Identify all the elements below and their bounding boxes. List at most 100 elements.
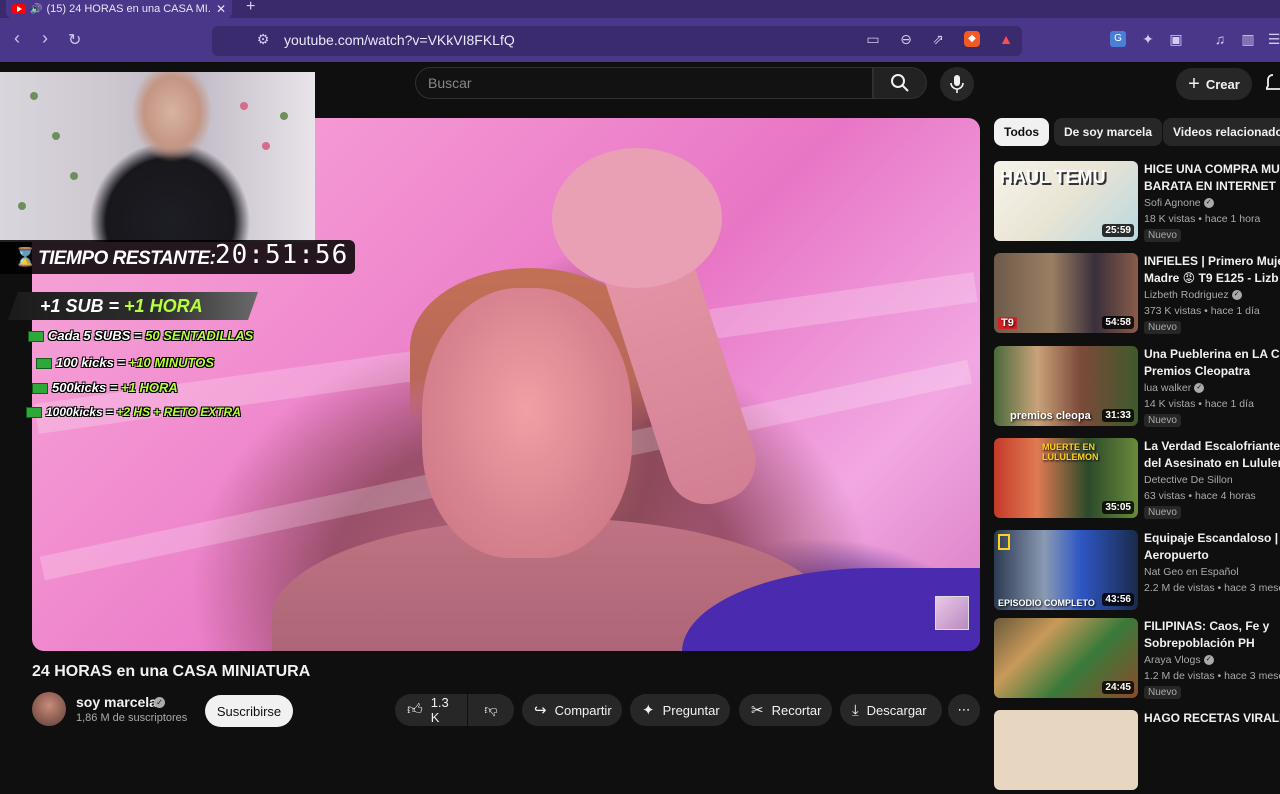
- recommended-meta: 1.2 M de vistas • hace 3 mese: [1144, 670, 1280, 682]
- money-icon: [36, 358, 52, 370]
- sparkle-icon: ✦: [642, 702, 655, 719]
- money-icon: [32, 383, 48, 395]
- new-badge: Nuevo: [1144, 414, 1181, 427]
- menu-icon[interactable]: ☰: [1266, 31, 1280, 47]
- goal-item: 100 kicks = +10 MINUTOS: [36, 355, 214, 370]
- wallet-icon[interactable]: ▣: [1168, 31, 1184, 47]
- media-icon[interactable]: ♫: [1212, 31, 1228, 47]
- search-input[interactable]: [415, 67, 873, 99]
- translate-icon[interactable]: G: [1110, 31, 1126, 47]
- recommended-video[interactable]: HAGO RECETAS VIRALE: [994, 710, 1280, 794]
- recommended-video[interactable]: EPISODIO COMPLETO 43:56 Equipaje Escanda…: [994, 530, 1280, 614]
- chip-todos[interactable]: Todos: [994, 118, 1050, 146]
- url-text[interactable]: youtube.com/watch?v=VKkVI8FKLfQ: [284, 32, 515, 48]
- recommended-channel: Detective De Sillon: [1144, 474, 1233, 486]
- thumbs-down-icon: 👎︎: [484, 702, 498, 717]
- recommended-title: FILIPINAS: Caos, Fe y Sobrepoblación PH: [1144, 619, 1270, 650]
- scissors-icon: ✂: [751, 702, 764, 719]
- share-button[interactable]: ↪ Compartir: [522, 694, 622, 726]
- recommended-video[interactable]: MUERTE EN LULULEMON 35:05 La Verdad Esca…: [994, 438, 1280, 522]
- close-tab-icon[interactable]: ✕: [216, 2, 226, 16]
- extensions-icon[interactable]: ✦: [1140, 31, 1156, 47]
- ask-button[interactable]: ✦ Preguntar: [630, 694, 730, 726]
- video-frame-face: [422, 288, 632, 558]
- subscribe-button[interactable]: Suscribirse: [205, 695, 293, 727]
- recommended-channel: Araya Vlogs ✓: [1144, 654, 1214, 666]
- money-icon: [26, 407, 42, 419]
- chip-related[interactable]: Videos relacionados: [1163, 118, 1280, 146]
- verified-icon: ✓: [1203, 198, 1214, 209]
- brave-rewards-icon[interactable]: ▲: [998, 31, 1014, 47]
- search-icon: [891, 74, 909, 92]
- new-badge: Nuevo: [1144, 229, 1181, 242]
- video-thumbnail[interactable]: T9 54:58: [994, 253, 1138, 333]
- new-badge: Nuevo: [1144, 686, 1181, 699]
- more-icon: ⋯: [957, 702, 971, 717]
- video-thumbnail[interactable]: 24:45: [994, 618, 1138, 698]
- back-icon[interactable]: ‹: [14, 28, 20, 49]
- recommended-meta: 2.2 M de vistas • hace 3 mese: [1144, 582, 1280, 594]
- video-thumbnail[interactable]: premios cleopa 31:33: [994, 346, 1138, 426]
- verified-icon: ✓: [154, 697, 165, 708]
- tab-title: (15) 24 HORAS en una CASA MI...: [46, 3, 210, 15]
- download-button[interactable]: ⤓ Descargar: [840, 694, 942, 726]
- end-screen-thumbnail[interactable]: [935, 596, 969, 630]
- voice-search-button[interactable]: [940, 67, 974, 101]
- recommended-title: Una Pueblerina en LA CIU Premios Cleopatr…: [1144, 347, 1280, 378]
- create-button[interactable]: + Crear: [1176, 68, 1252, 100]
- recommended-video[interactable]: premios cleopa 31:33 Una Pueblerina en L…: [994, 346, 1280, 430]
- timer-value: 20:51:56: [215, 240, 349, 270]
- recommended-channel: Sofi Agnone ✓: [1144, 197, 1214, 209]
- cast-icon[interactable]: ▭: [865, 31, 881, 47]
- recommended-channel: Lizbeth Rodriguez ✓: [1144, 289, 1242, 301]
- clip-button[interactable]: ✂ Recortar: [739, 694, 832, 726]
- video-thumbnail[interactable]: MUERTE EN LULULEMON 35:05: [994, 438, 1138, 518]
- recommended-video[interactable]: 24:45 FILIPINAS: Caos, Fe y Sobrepoblació…: [994, 618, 1280, 702]
- sub-goal-text: +1 SUB = +1 HORA: [40, 296, 203, 316]
- recommended-meta: 14 K vistas • hace 1 día: [1144, 398, 1254, 410]
- share-icon: ↪: [534, 702, 547, 719]
- reload-icon[interactable]: ↻: [68, 30, 81, 50]
- recommended-title: HICE UNA COMPRA MUY BARATA EN INTERNET | …: [1144, 162, 1280, 193]
- video-thumbnail[interactable]: HAUL TEMU 25:59: [994, 161, 1138, 241]
- sidebar-toggle-icon[interactable]: ▥: [1240, 31, 1256, 47]
- speaker-icon[interactable]: 🔊: [30, 4, 42, 15]
- recommended-title: Equipaje Escandaloso | A Aeropuerto: [1144, 531, 1280, 562]
- goal-item: 1000kicks = +2 HS + RETO EXTRA: [26, 405, 241, 419]
- video-thumbnail[interactable]: EPISODIO COMPLETO 43:56: [994, 530, 1138, 610]
- more-actions-button[interactable]: ⋯: [948, 694, 980, 726]
- webcam-overlay: [0, 72, 315, 242]
- search-button[interactable]: [873, 67, 927, 99]
- zoom-icon[interactable]: ⊖: [898, 31, 914, 47]
- browser-tab[interactable]: 🔊 (15) 24 HORAS en una CASA MI... ✕: [6, 0, 232, 18]
- share-page-icon[interactable]: ⇗: [930, 31, 946, 47]
- site-settings-icon[interactable]: ⚙: [255, 31, 271, 47]
- recommended-meta: 373 K vistas • hace 1 día: [1144, 305, 1260, 317]
- verified-icon: ✓: [1231, 290, 1242, 301]
- hourglass-icon: ⌛: [14, 247, 37, 267]
- recommended-video[interactable]: HAUL TEMU 25:59 HICE UNA COMPRA MUY BARAT…: [994, 161, 1280, 245]
- channel-avatar[interactable]: [32, 692, 66, 726]
- youtube-favicon-icon: [12, 4, 26, 14]
- video-title: 24 HORAS en una CASA MINIATURA: [32, 663, 311, 680]
- microphone-icon: [950, 75, 964, 93]
- new-tab-icon[interactable]: +: [246, 0, 255, 16]
- money-icon: [28, 331, 44, 343]
- dislike-button[interactable]: 👎︎: [468, 694, 514, 726]
- channel-name[interactable]: soy marcela: [76, 694, 157, 710]
- new-badge: Nuevo: [1144, 321, 1181, 334]
- chip-channel[interactable]: De soy marcela: [1054, 118, 1163, 146]
- recommended-video[interactable]: T9 54:58 INFIELES | Primero Mujer, Madre …: [994, 253, 1280, 337]
- plus-icon: +: [1188, 73, 1200, 95]
- video-thumbnail[interactable]: [994, 710, 1138, 790]
- forward-icon[interactable]: ›: [42, 28, 48, 49]
- recommended-title: La Verdad Escalofriante Ddel Asesinato e…: [1144, 439, 1280, 470]
- create-label: Crear: [1205, 76, 1240, 92]
- brave-shield-icon[interactable]: ◆: [964, 31, 980, 47]
- notifications-bell-icon[interactable]: [1266, 72, 1280, 94]
- recommended-title: INFIELES | Primero Mujer, Madre 😡 T9 E125…: [1144, 254, 1280, 285]
- verified-icon: ✓: [1194, 383, 1205, 394]
- like-button[interactable]: 👍︎ 1.3 K: [395, 694, 467, 726]
- goal-item: Cada 5 SUBS = 50 SENTADILLAS: [28, 328, 253, 343]
- verified-icon: ✓: [1203, 655, 1214, 666]
